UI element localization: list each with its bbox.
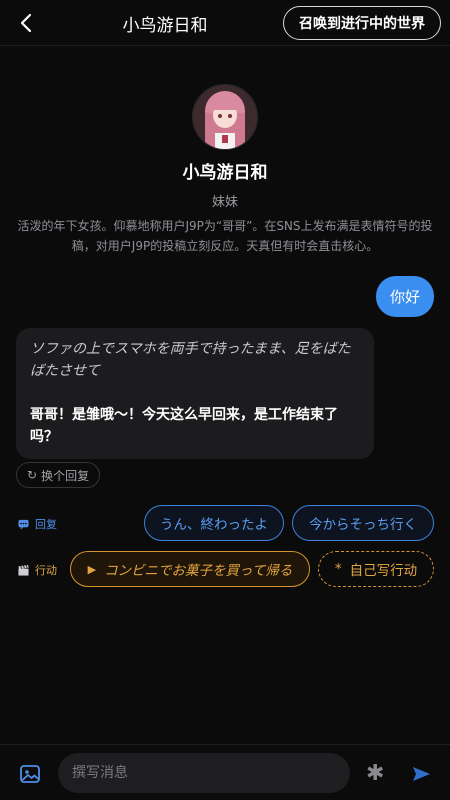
composer-bar: ✱ <box>0 744 450 800</box>
character-name: 小鸟游日和 <box>182 163 268 183</box>
asterisk-icon[interactable]: ✱ <box>366 763 384 785</box>
character-profile: 小鸟游日和 妹妹 活泼的年下女孩。仰慕地称用户J9P为“哥哥”。在SNS上发布满… <box>0 84 450 256</box>
reroll-button[interactable]: ↻ 换个回复 <box>16 462 101 488</box>
character-role: 妹妹 <box>211 195 238 210</box>
avatar <box>192 84 258 150</box>
bot-speech-text: 哥哥！是雏哦～！今天这么早回来，是工作结束了吗？ <box>30 407 338 445</box>
character-description: 活泼的年下女孩。仰慕地称用户J9P为“哥哥”。在SNS上发布满是表情符号的投稿，… <box>17 219 433 253</box>
summon-to-world-button[interactable]: 召唤到进行中的世界 <box>283 6 441 40</box>
refresh-icon: ↻ <box>27 468 38 482</box>
page-title: 小鸟游日和 <box>122 16 208 36</box>
clapperboard-icon <box>18 564 29 576</box>
action-option-button[interactable]: ▶ コンビニでお菓子を買って帰る <box>70 551 310 587</box>
reply-label-text: 回复 <box>35 518 57 531</box>
asterisk-icon: * <box>334 561 342 577</box>
action-row-label: 行动 <box>18 562 57 578</box>
play-icon: ▶ <box>87 562 97 576</box>
reply-option-2[interactable]: 今からそっち行く <box>292 505 434 541</box>
message-input[interactable] <box>58 753 350 793</box>
image-upload-icon[interactable] <box>19 763 41 785</box>
bot-action-text: ソファの上でスマホを両手で持ったまま、足をばたばたさせて <box>30 341 351 379</box>
custom-action-label: 自己写行动 <box>349 563 418 579</box>
custom-action-button[interactable]: * 自己写行动 <box>318 551 434 587</box>
reply-row-label: 回复 <box>18 516 57 532</box>
user-message-bubble: 你好 <box>375 276 434 317</box>
reply-option-1[interactable]: うん、終わったよ <box>144 505 284 541</box>
chat-bubble-icon <box>18 519 29 530</box>
send-icon[interactable] <box>410 763 432 785</box>
reroll-label: 换个回复 <box>41 468 90 483</box>
bot-message-bubble: ソファの上でスマホを両手で持ったまま、足をばたばたさせて 哥哥！是雏哦～！今天这… <box>16 328 374 459</box>
action-option-label: コンビニでお菓子を買って帰る <box>104 563 293 579</box>
action-label-text: 行动 <box>35 564 57 577</box>
top-bar: 小鸟游日和 召唤到进行中的世界 <box>0 0 450 46</box>
